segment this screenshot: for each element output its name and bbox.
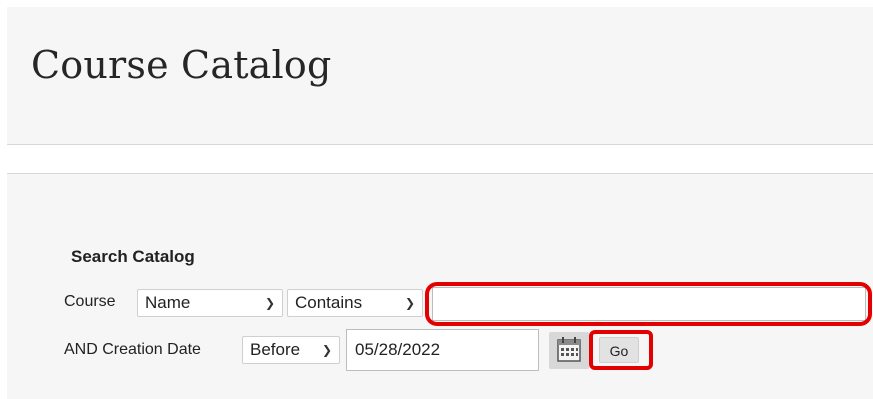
course-operator-select[interactable]: Contains ❯ xyxy=(287,289,423,317)
course-field-select[interactable]: Name ❯ xyxy=(137,289,283,317)
search-catalog-panel: Search Catalog Course Name ❯ Contains ❯ … xyxy=(7,173,873,399)
calendar-button[interactable] xyxy=(549,332,589,369)
go-button[interactable]: Go xyxy=(599,337,639,363)
course-label: Course xyxy=(64,293,116,310)
chevron-down-icon: ❯ xyxy=(264,296,275,310)
creation-date-input[interactable] xyxy=(346,329,539,371)
chevron-down-icon: ❯ xyxy=(404,296,415,310)
creation-date-label: AND Creation Date xyxy=(64,341,201,358)
course-search-input[interactable] xyxy=(432,287,866,321)
course-field-select-value: Name xyxy=(145,293,191,312)
chevron-down-icon: ❯ xyxy=(321,343,332,357)
creation-date-operator-select[interactable]: Before ❯ xyxy=(242,336,340,364)
course-operator-select-value: Contains xyxy=(295,293,363,312)
calendar-icon xyxy=(557,337,581,362)
page-title: Course Catalog xyxy=(31,43,332,87)
creation-date-operator-select-value: Before xyxy=(250,340,301,359)
page-header: Course Catalog xyxy=(7,7,873,145)
search-catalog-heading: Search Catalog xyxy=(71,247,195,266)
